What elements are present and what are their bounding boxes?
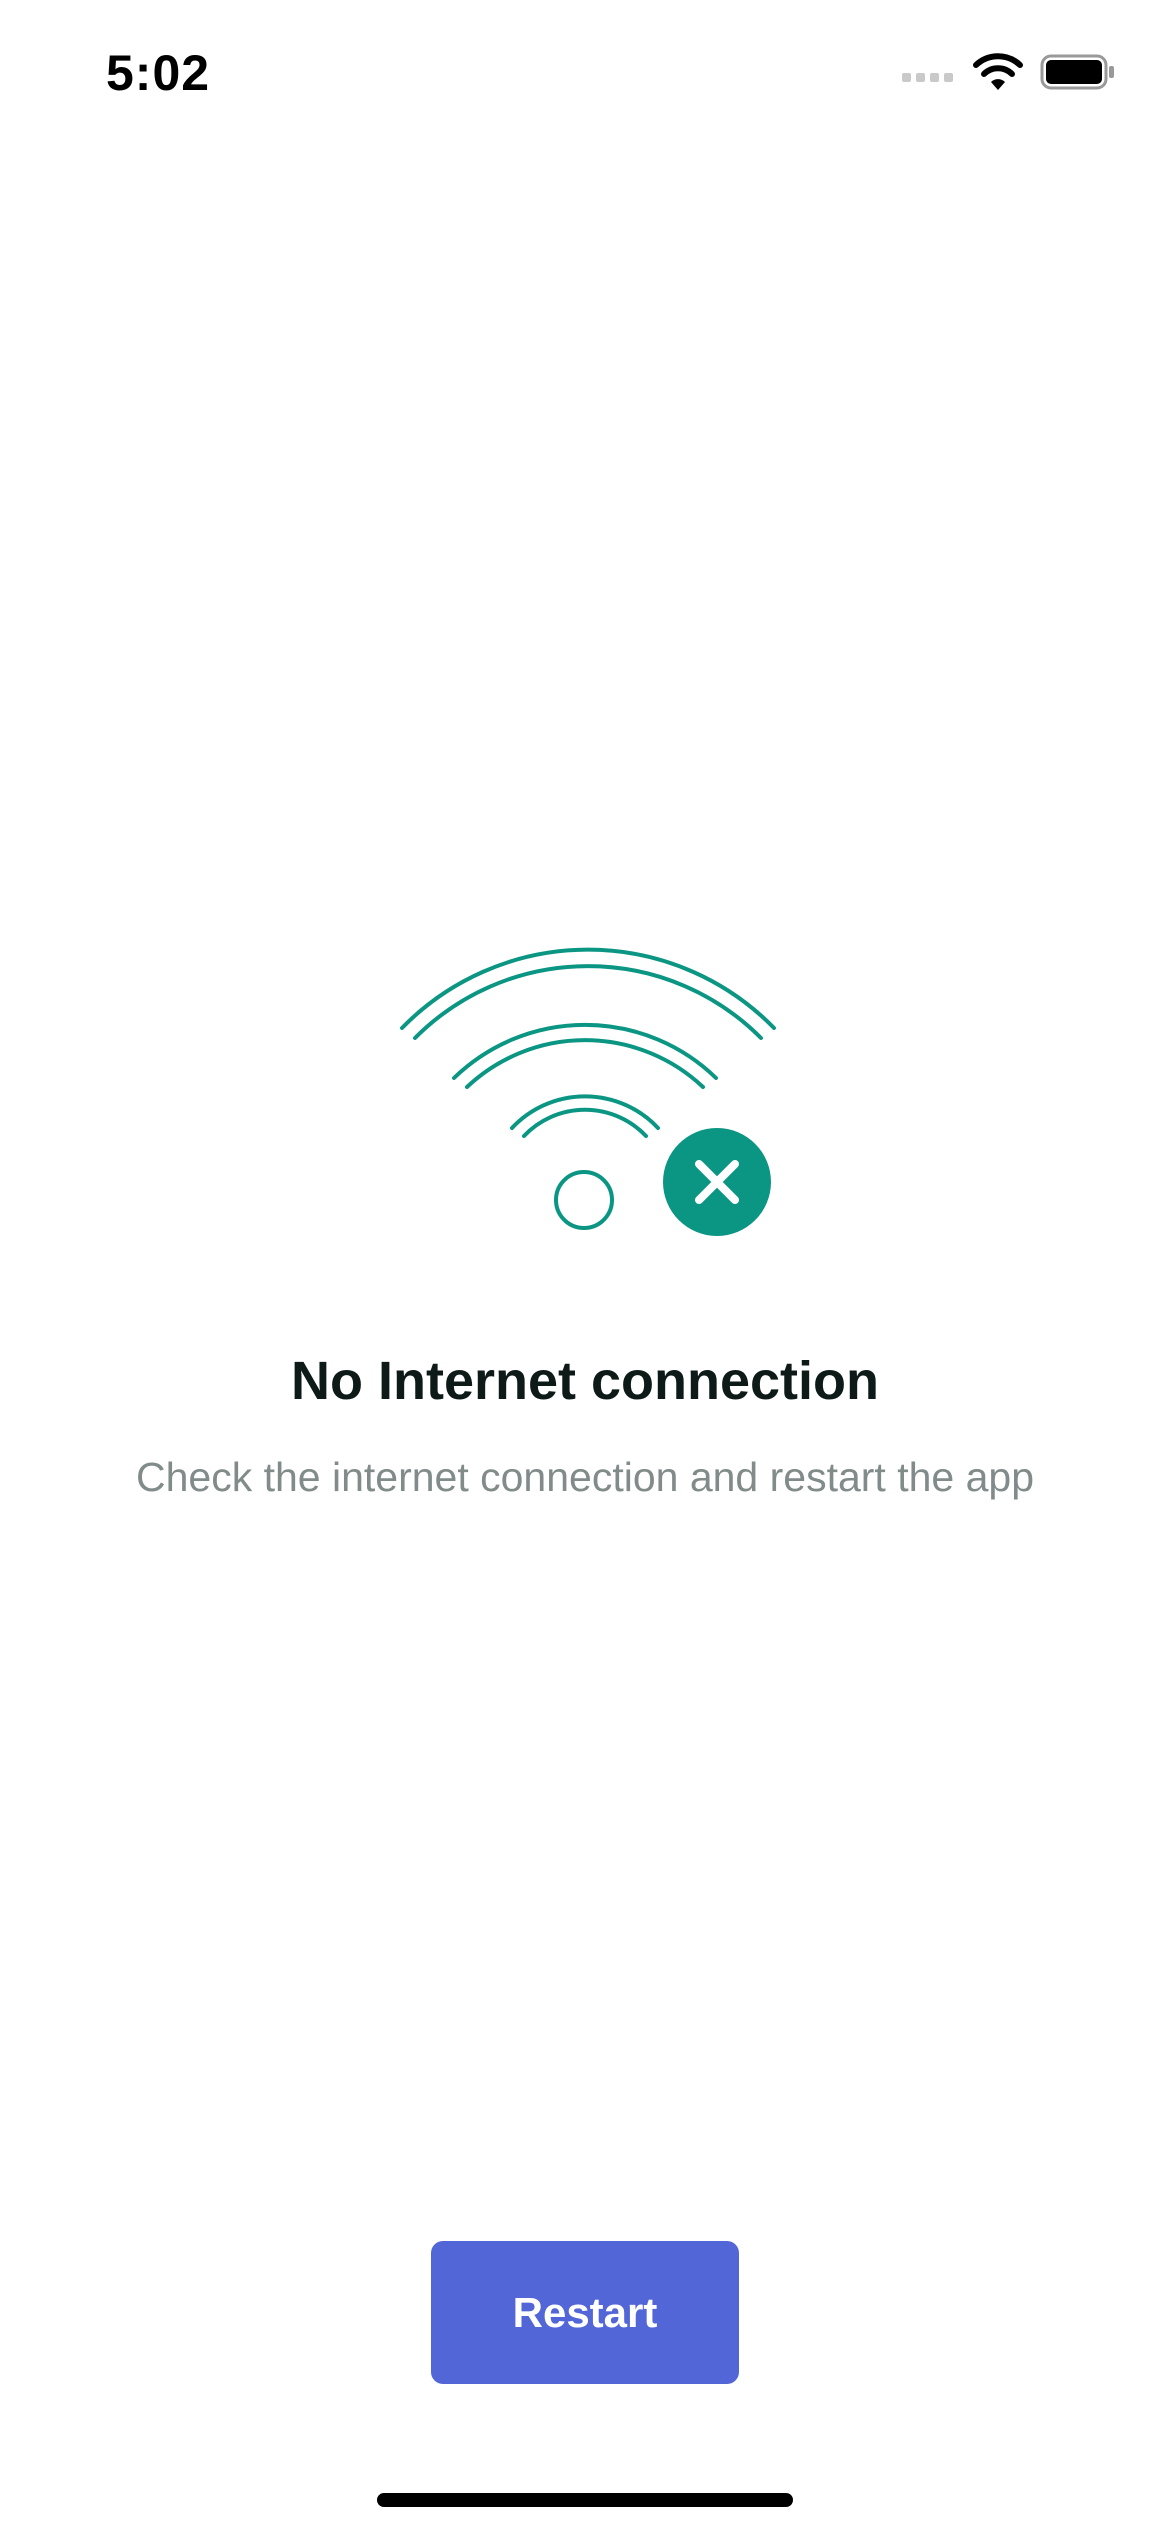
- wifi-dot: [554, 1170, 614, 1230]
- restart-button[interactable]: Restart: [431, 2241, 739, 2384]
- status-bar: 5:02: [0, 0, 1170, 140]
- wifi-arc-inner: [510, 1094, 660, 1130]
- error-badge-icon: [663, 1128, 771, 1236]
- wifi-arc-middle-inner-edge: [465, 1038, 705, 1089]
- status-time: 5:02: [106, 45, 211, 101]
- page-subtitle: Check the internet connection and restar…: [135, 1454, 1035, 1500]
- page-title: No Internet connection: [290, 1351, 879, 1411]
- home-indicator[interactable]: [377, 2493, 793, 2507]
- status-icons: [902, 52, 1116, 92]
- cellular-signal-icon: [902, 73, 953, 82]
- battery-icon: [1040, 54, 1114, 90]
- wifi-arc-middle: [452, 1022, 718, 1080]
- wifi-arc-outer: [400, 947, 776, 1030]
- wifi-icon: [973, 53, 1023, 90]
- wifi-arc-outer-inner-edge: [413, 964, 763, 1040]
- wifi-arc-inner-inner-edge: [522, 1107, 648, 1138]
- wifi-off-icon: [400, 947, 776, 1236]
